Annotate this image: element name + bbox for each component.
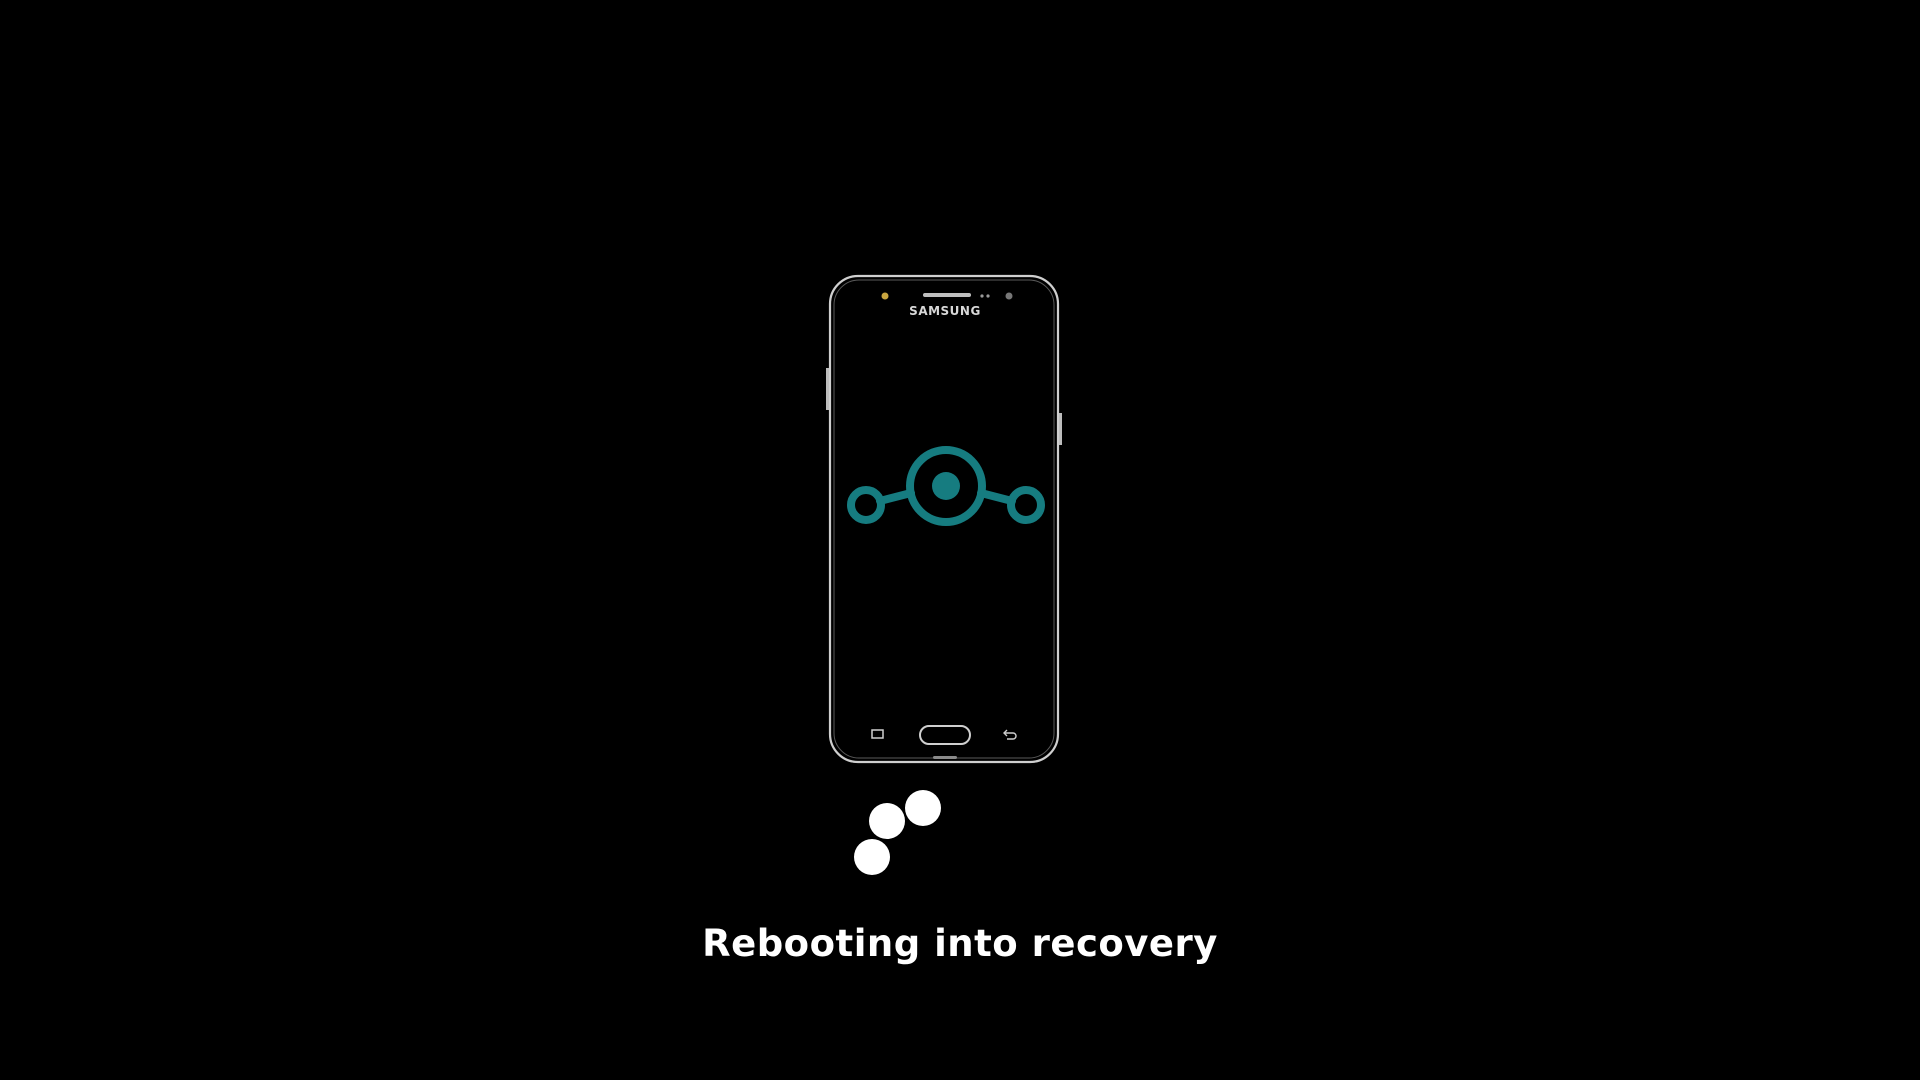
status-message: Rebooting into recovery [702, 922, 1218, 965]
recovery-reboot-screen: SAMSUNG Rebooting into recovery [0, 0, 1920, 1080]
lineageos-logo-icon [847, 446, 1045, 526]
phone-illustration: SAMSUNG [825, 273, 1065, 765]
brand-label: SAMSUNG [909, 304, 981, 318]
spinner-dot-icon [869, 803, 905, 839]
spinner-dot-icon [854, 839, 890, 875]
loading-spinner [850, 785, 950, 875]
spinner-dot-icon [905, 790, 941, 826]
